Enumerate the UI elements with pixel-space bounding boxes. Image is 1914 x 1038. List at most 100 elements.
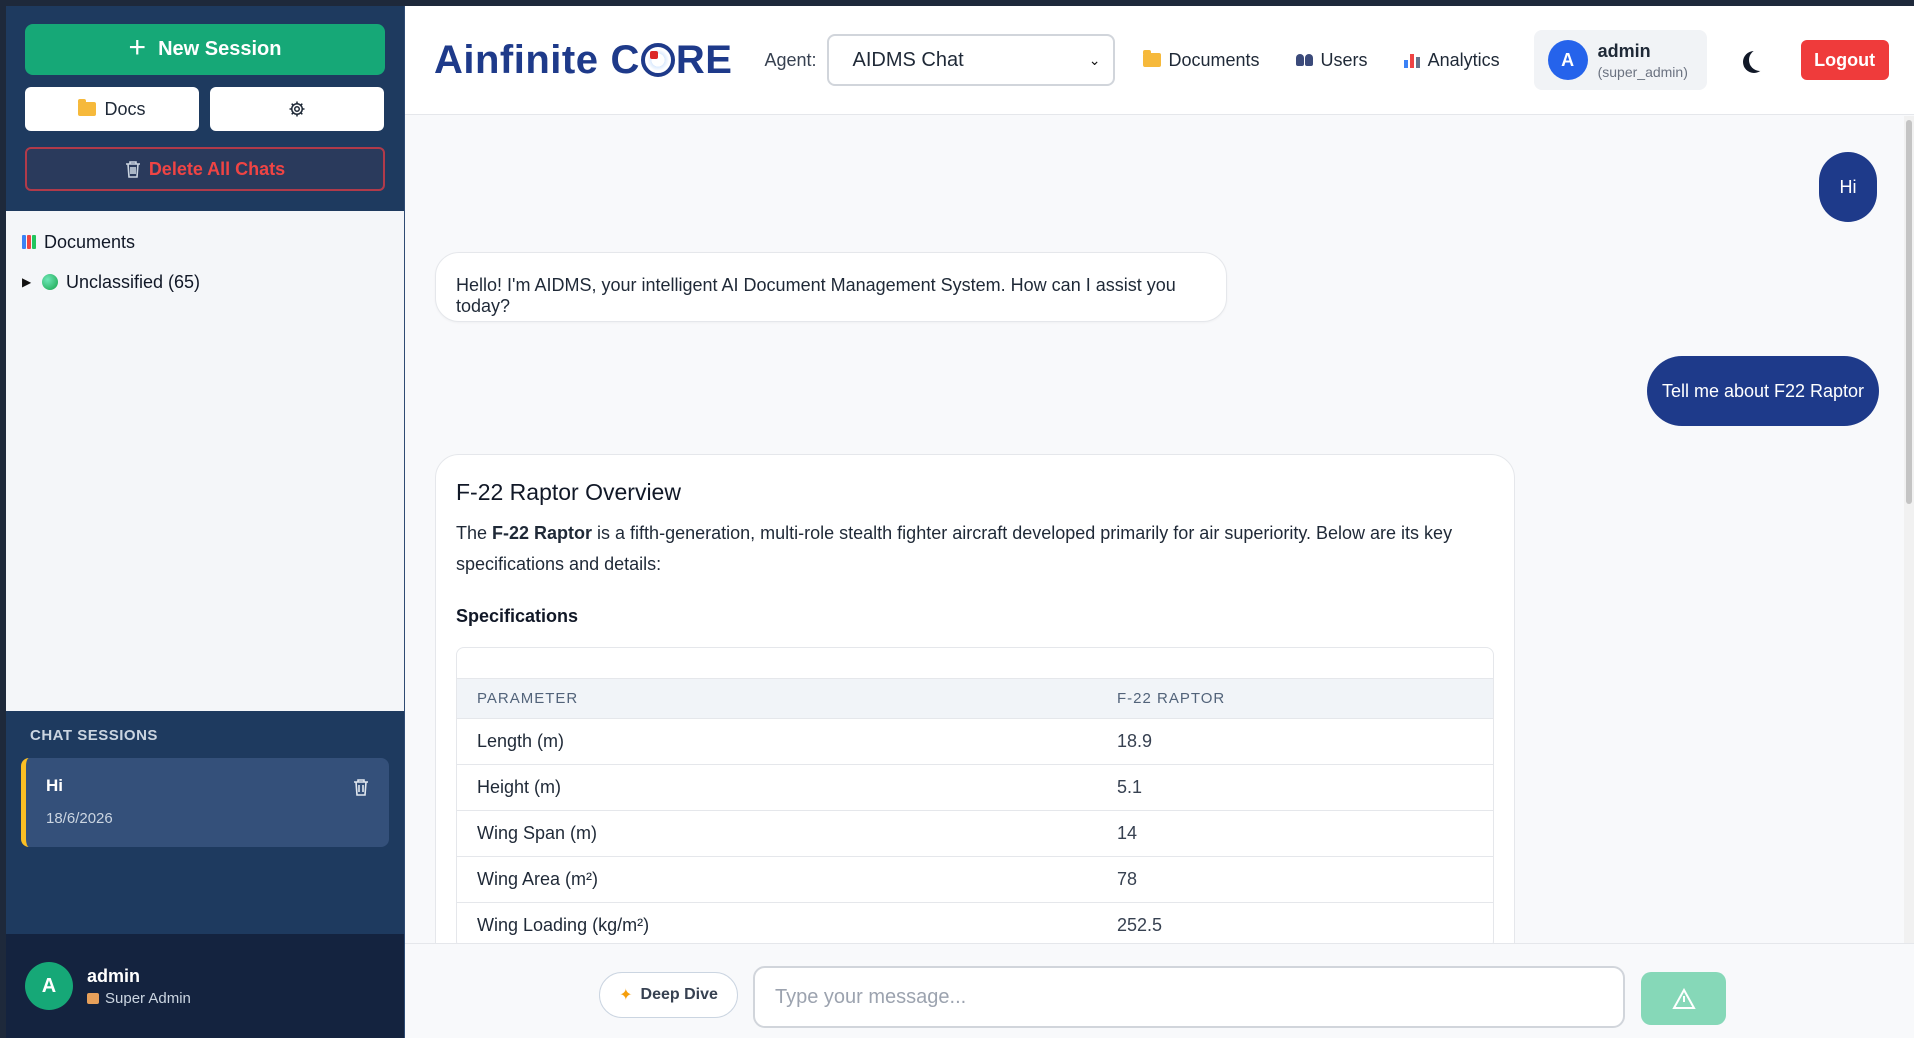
expand-triangle-icon[interactable]: ▶ xyxy=(22,275,34,289)
session-name: Hi xyxy=(46,776,63,795)
table-row: Wing Area (m²) 78 xyxy=(457,856,1493,902)
table-row: Length (m) 18.9 xyxy=(457,718,1493,764)
send-button[interactable] xyxy=(1641,972,1726,1025)
sidebar-user-role: Super Admin xyxy=(87,990,191,1007)
new-session-button[interactable]: + New Session xyxy=(25,24,385,75)
folder-icon xyxy=(78,99,97,116)
docs-button[interactable]: Docs xyxy=(25,87,199,131)
value-cell: 18.9 xyxy=(1117,731,1153,751)
plus-icon: + xyxy=(128,31,147,64)
table-row: Height (m) 5.1 xyxy=(457,764,1493,810)
assistant-message: Hello! I'm AIDMS, your intelligent AI Do… xyxy=(435,252,1227,322)
app-window: + New Session Docs Delete All Chats Docu… xyxy=(6,6,1914,1038)
column-header-f22: F-22 RAPTOR xyxy=(1117,690,1226,707)
analytics-icon xyxy=(1403,52,1420,68)
response-title: F-22 Raptor Overview xyxy=(456,479,681,505)
nav-documents[interactable]: Documents xyxy=(1142,49,1260,71)
agent-label: Agent: xyxy=(764,49,817,70)
users-icon xyxy=(1295,54,1313,66)
param-cell: Length (m) xyxy=(477,731,565,751)
nav-documents-label: Documents xyxy=(1168,49,1260,70)
logout-button[interactable]: Logout xyxy=(1800,40,1889,80)
gear-icon xyxy=(289,101,305,117)
specifications-table: PARAMETER F-22 RAPTOR Length (m) 18.9 He… xyxy=(456,647,1494,943)
table-header-row: PARAMETER F-22 RAPTOR xyxy=(457,678,1493,718)
logo-text-ainfinite: Ainfinite xyxy=(434,37,599,82)
assistant-response-card: F-22 Raptor Overview The F-22 Raptor is … xyxy=(435,454,1515,943)
tree-unclassified[interactable]: ▶ Unclassified (65) xyxy=(22,267,388,297)
logo-globe-icon xyxy=(640,43,675,77)
chat-messages: Hi Hello! I'm AIDMS, your intelligent AI… xyxy=(405,116,1914,943)
chat-sessions: CHAT SESSIONS Hi 18/6/2026 xyxy=(6,711,404,934)
moon-icon[interactable] xyxy=(1749,49,1771,71)
param-cell: Wing Span (m) xyxy=(477,823,598,843)
send-icon xyxy=(1671,987,1696,1009)
session-date: 18/6/2026 xyxy=(46,810,113,827)
intro-text-bold: F-22 Raptor xyxy=(492,523,593,543)
tree-documents-label: Documents xyxy=(44,231,136,252)
session-item[interactable]: Hi 18/6/2026 xyxy=(21,758,389,847)
sidebar: + New Session Docs Delete All Chats Docu… xyxy=(6,6,405,1038)
sidebar-user-name: admin xyxy=(87,965,141,986)
param-cell: Wing Loading (kg/m²) xyxy=(477,915,650,935)
scrollbar-thumb[interactable] xyxy=(1906,120,1912,504)
param-cell: Wing Area (m²) xyxy=(477,869,599,889)
deep-dive-button[interactable]: ✦ Deep Dive xyxy=(599,972,738,1018)
sidebar-user-profile: A admin Super Admin xyxy=(6,934,404,1038)
param-cell: Height (m) xyxy=(477,777,562,797)
app-logo: Ainfinite C RE xyxy=(434,38,732,83)
tree-documents[interactable]: Documents xyxy=(22,227,388,257)
user-message: Hi xyxy=(1819,152,1877,222)
value-cell: 252.5 xyxy=(1117,915,1163,935)
specifications-heading: Specifications xyxy=(456,606,579,626)
docs-label: Docs xyxy=(104,98,146,119)
logo-core-c: C xyxy=(610,37,640,82)
sidebar-user-role-text: Super Admin xyxy=(105,989,191,1007)
value-cell: 5.1 xyxy=(1117,777,1143,797)
header-user-role: (super_admin) xyxy=(1597,63,1688,80)
avatar: A xyxy=(25,962,73,1010)
intro-text-post: is a fifth-generation, multi-role stealt… xyxy=(456,523,1453,574)
nav-analytics[interactable]: Analytics xyxy=(1403,49,1500,71)
message-input[interactable] xyxy=(753,966,1625,1028)
delete-all-chats-button[interactable]: Delete All Chats xyxy=(25,147,385,191)
tree-unclassified-label: Unclassified (65) xyxy=(66,271,201,292)
user-message: Tell me about F22 Raptor xyxy=(1647,356,1879,426)
nav-analytics-label: Analytics xyxy=(1427,49,1500,70)
response-intro: The F-22 Raptor is a fifth-generation, m… xyxy=(456,518,1494,580)
agent-select[interactable]: AIDMS Chat ⌄ xyxy=(826,34,1115,86)
gift-icon xyxy=(87,992,99,1004)
books-icon xyxy=(22,235,36,249)
table-row: Wing Span (m) 14 xyxy=(457,810,1493,856)
nav-users-label: Users xyxy=(1320,49,1368,70)
value-cell: 78 xyxy=(1117,869,1138,889)
globe-icon xyxy=(42,274,58,290)
message-composer: ✦ Deep Dive xyxy=(405,943,1914,1038)
value-cell: 14 xyxy=(1117,823,1138,843)
settings-button[interactable] xyxy=(210,87,384,131)
new-session-label: New Session xyxy=(158,38,282,60)
logo-core: C RE xyxy=(610,38,732,83)
column-header-parameter: PARAMETER xyxy=(477,690,579,707)
header-user-name: admin xyxy=(1597,40,1651,61)
nav-users[interactable]: Users xyxy=(1295,49,1368,71)
top-header: Ainfinite C RE Agent: AIDMS Chat ⌄ Docume… xyxy=(405,6,1914,115)
header-user-chip[interactable]: A admin (super_admin) xyxy=(1533,30,1707,90)
agent-select-value: AIDMS Chat xyxy=(852,48,964,71)
logo-core-rest: RE xyxy=(675,37,733,82)
intro-text-pre: The xyxy=(456,523,493,543)
sidebar-actions: + New Session Docs Delete All Chats xyxy=(6,6,404,211)
sparkle-icon: ✦ xyxy=(619,987,633,1004)
delete-session-icon[interactable] xyxy=(353,778,369,796)
avatar: A xyxy=(1547,40,1588,80)
delete-all-label: Delete All Chats xyxy=(148,158,286,179)
table-row: Wing Loading (kg/m²) 252.5 xyxy=(457,902,1493,943)
chat-scrollbar[interactable] xyxy=(1904,116,1914,943)
chevron-down-icon: ⌄ xyxy=(1088,51,1101,68)
trash-icon xyxy=(125,161,140,178)
folder-icon xyxy=(1142,50,1161,67)
main-panel: Ainfinite C RE Agent: AIDMS Chat ⌄ Docume… xyxy=(405,6,1914,1038)
chat-sessions-title: CHAT SESSIONS xyxy=(30,727,158,744)
deep-dive-label: Deep Dive xyxy=(640,986,718,1003)
document-tree: Documents ▶ Unclassified (65) xyxy=(6,211,404,711)
